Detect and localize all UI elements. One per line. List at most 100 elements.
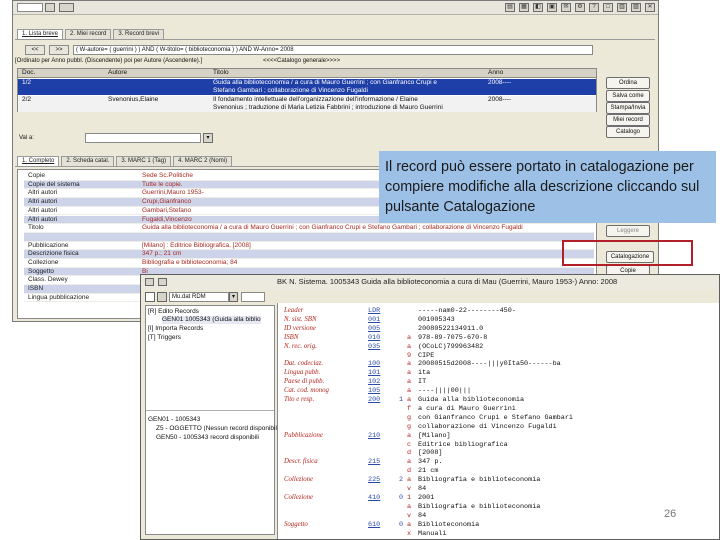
copy-icon[interactable]: ▣ <box>547 3 557 12</box>
marc-val[interactable]: Bibliografia e biblioteconomia <box>418 476 540 484</box>
tree-item-gen50[interactable]: GEN50 - 1005343 record disponibili <box>156 434 259 442</box>
record-icon[interactable]: ▤ <box>505 3 515 12</box>
marc-val[interactable]: 20080522134911.0 <box>418 325 483 333</box>
marc-editor: Leader LDR -----nam0-22--------450- N. sist… <box>277 303 719 539</box>
marc-tag: 210 <box>368 431 381 440</box>
next-button[interactable]: >> <box>49 45 69 55</box>
col-autore[interactable]: Autore <box>108 69 127 77</box>
close-icon[interactable]: ✕ <box>645 3 655 12</box>
table-row[interactable]: 1/2 Guida alla biblioteconomia / a cura … <box>18 79 596 95</box>
detail-value: Bibliografia e biblioteconomia; 84 <box>142 259 238 266</box>
marc-val[interactable]: a cura di Mauro Guerrini <box>418 405 516 413</box>
marc-val[interactable]: 2001 <box>418 494 434 502</box>
stampa-invia-button[interactable]: Stampa/Invia <box>606 102 650 114</box>
tree-item-gen01[interactable]: GEN01 - 1005343 <box>148 416 200 424</box>
marc-val[interactable]: con Gianfranco Crupi e Stefano Gambari <box>418 414 573 422</box>
tab-lista-breve[interactable]: 1. Lista breve <box>17 29 64 39</box>
marc-lbl: Cat. cod. monog <box>284 387 329 395</box>
tree-item-gen01-record[interactable]: GEN01 1005343 (Guida alla biblio <box>162 316 261 324</box>
marc-val[interactable]: 978-89-7075-670-8 <box>418 334 487 342</box>
tree-divider <box>146 410 274 411</box>
marc-val[interactable]: Biblioteconomia <box>418 521 479 529</box>
marc-tag: 200 <box>368 396 381 404</box>
send-icon[interactable]: ✉ <box>561 3 571 12</box>
cascade-icon[interactable]: ▥ <box>617 3 627 12</box>
tab-completo[interactable]: 1. Completo <box>17 156 60 166</box>
marc-lbl: Tito e resp. <box>284 396 315 403</box>
toolbar-dropdown-icon[interactable] <box>45 3 55 12</box>
detail-key: Altri autori <box>28 198 58 206</box>
marc-tag: 101 <box>368 369 381 378</box>
marc-val[interactable]: [2008] <box>418 449 442 457</box>
print-icon[interactable]: ▦ <box>519 3 529 12</box>
col-titolo[interactable]: Titolo <box>213 69 229 77</box>
checkbox-icon[interactable] <box>145 292 155 302</box>
export-icon[interactable]: ◧ <box>533 3 543 12</box>
col-doc[interactable]: Doc. <box>22 69 35 77</box>
marc-val[interactable]: CIPE <box>418 352 434 360</box>
marc-val[interactable]: Guida alla biblioteconomia <box>418 396 524 404</box>
leggere-button[interactable]: Leggere <box>606 225 650 237</box>
marc-tag: 001 <box>368 315 381 324</box>
marc-val[interactable]: collaborazione di Vincenzo Fugaldi <box>418 423 557 431</box>
help-icon[interactable]: ? <box>589 3 599 12</box>
marc-val[interactable]: Manuali <box>418 530 447 538</box>
detail-row[interactable]: Pubblicazione [Milano] : Editrice Bibliog… <box>24 242 594 251</box>
detail-row[interactable] <box>24 232 594 242</box>
tree-item-z5[interactable]: Z5 - OGGETTO (Nessun record disponibile <box>156 425 281 433</box>
tab-marc-2[interactable]: 4. MARC 2 (Nomi) <box>173 156 233 166</box>
marc-val[interactable]: -----nam0-22--------450- <box>418 307 516 315</box>
marc-val[interactable]: ----||||00||| <box>418 387 471 395</box>
marc-sub: v <box>407 485 412 493</box>
format-extra-field[interactable] <box>241 292 265 302</box>
tab-record-brevi[interactable]: 3. Record brevi <box>113 29 165 39</box>
tree-item-importa-records[interactable]: [I] Importa Records <box>148 325 203 333</box>
detail-row[interactable]: Titolo Guida alla biblioteconomia / a cur… <box>24 224 594 233</box>
marc-val[interactable]: IT <box>418 378 426 386</box>
format-select[interactable]: Mu.dat RDM <box>169 292 229 302</box>
catalogo-button[interactable]: Catalogo <box>606 126 650 138</box>
settings-icon[interactable]: ⚙ <box>575 3 585 12</box>
tile-icon[interactable]: ▧ <box>631 3 641 12</box>
marc-val[interactable]: 347 p. <box>418 458 442 466</box>
tree-item-edito-records[interactable]: [R] Edito Records <box>148 308 199 316</box>
marc-val[interactable]: 001005343 <box>418 316 455 324</box>
marc-val[interactable]: Editrice bibliografica <box>418 441 508 449</box>
marc-val[interactable]: Bibliografia e biblioteconomia <box>418 503 540 511</box>
marc-val[interactable]: 20080515d2008----|||y0Ita50------ba <box>418 360 561 368</box>
marc-val[interactable]: (OCoLC)799963482 <box>418 343 483 351</box>
prev-button[interactable]: << <box>25 45 45 55</box>
marc-val[interactable]: [Milano] <box>418 432 451 440</box>
detail-key: Soggetto <box>28 267 55 275</box>
detail-row[interactable]: Descrizione fisica 347 p.; 21 cm <box>24 250 594 259</box>
marc-val[interactable]: 84 <box>418 512 426 520</box>
filter-go-icon[interactable]: ▾ <box>203 133 213 143</box>
marc-val[interactable]: 84 <box>418 485 426 493</box>
new-record-icon[interactable] <box>158 278 167 286</box>
marc-sub: a <box>407 342 412 351</box>
tab-scheda-catal[interactable]: 2. Scheda catal. <box>61 156 115 166</box>
marc-sub: a <box>407 369 412 378</box>
toolbar-small-button[interactable] <box>59 3 74 12</box>
window-icon[interactable]: □ <box>603 3 613 12</box>
marc-val[interactable]: ita <box>418 369 430 377</box>
marc-val[interactable]: 21 cm <box>418 467 438 475</box>
salva-come-button[interactable]: Salva come <box>606 90 650 102</box>
detail-row[interactable]: Collezione Bibliografia e biblioteconomia… <box>24 259 594 268</box>
ordina-button[interactable]: Ordina <box>606 77 650 89</box>
detail-key: Descrizione fisica <box>28 250 79 258</box>
marc-tag: 102 <box>368 378 381 387</box>
filter-input[interactable] <box>85 133 201 143</box>
col-anno[interactable]: Anno <box>488 69 503 77</box>
folder-icon[interactable] <box>157 292 167 302</box>
toolbar-field[interactable] <box>17 3 43 12</box>
tree-item-triggers[interactable]: [T] Triggers <box>148 334 181 342</box>
tab-miei-record[interactable]: 2. Miei record <box>65 29 112 39</box>
chevron-down-icon[interactable]: ▾ <box>229 292 238 302</box>
query-field[interactable]: ( W-autore= ( guerrini ) ) AND ( W-titol… <box>73 45 593 55</box>
marc-sub: c <box>407 440 412 449</box>
window-menu-icon[interactable] <box>145 278 154 286</box>
table-row[interactable]: 2/2 Svenonius,Elaine Il fondamento intel… <box>18 96 596 112</box>
tab-marc-1[interactable]: 3. MARC 1 (Tag) <box>116 156 172 166</box>
miei-record-button[interactable]: Miei record <box>606 114 650 126</box>
